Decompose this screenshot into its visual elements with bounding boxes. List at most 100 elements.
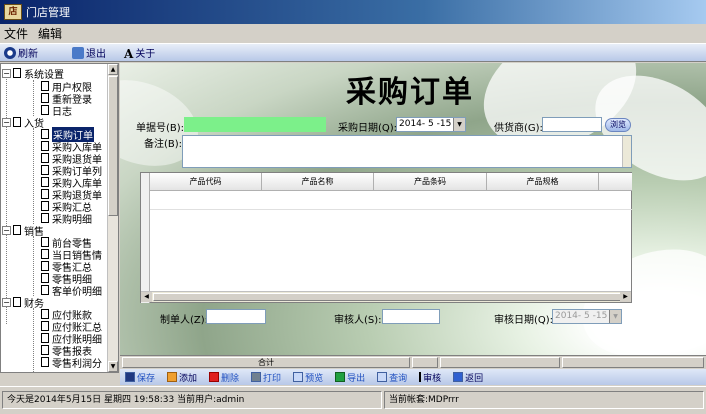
scrollbar-thumb[interactable] <box>108 76 118 216</box>
remarks-textarea[interactable] <box>182 135 632 168</box>
dropdown-arrow-icon[interactable]: ▼ <box>609 310 621 323</box>
document-icon <box>41 321 49 331</box>
order-no-label: 单据号(B): <box>136 123 185 134</box>
table-row[interactable] <box>150 192 632 210</box>
purchase-date-label: 采购日期(Q): <box>338 123 398 134</box>
query-button[interactable]: 查询 <box>377 371 407 384</box>
remarks-scrollbar[interactable] <box>622 136 631 167</box>
menu-edit[interactable]: 编辑 <box>34 25 68 42</box>
tree-connector <box>33 308 34 372</box>
folder-icon <box>13 297 21 307</box>
app-icon: 店 <box>4 4 22 20</box>
column-header[interactable]: 产品代码 <box>150 173 262 191</box>
order-no-input[interactable] <box>184 117 326 132</box>
delete-button[interactable]: 删除 <box>209 371 239 384</box>
status-account: 当前帐套:MDPrrr <box>384 391 704 409</box>
summary-cell <box>412 357 438 368</box>
review-date-picker[interactable]: 2014- 5 -15 ▼ <box>552 309 622 324</box>
exit-icon <box>72 46 84 59</box>
tree-scrollbar[interactable]: ▲ ▼ <box>107 64 118 372</box>
tree-item[interactable]: 日志 <box>41 104 72 118</box>
scroll-left-icon[interactable]: ◀ <box>141 292 152 302</box>
grid-horizontal-scrollbar[interactable]: ◀ ▶ <box>141 291 631 302</box>
back-label: 返回 <box>465 373 484 384</box>
tree-group-sales[interactable]: − 销售 <box>2 224 44 238</box>
tree-group-purchasing[interactable]: − 入货 <box>2 116 44 130</box>
query-label: 查询 <box>389 373 408 384</box>
menu-file[interactable]: 文件 <box>0 25 34 42</box>
tree-item-label: 采购明细 <box>52 214 92 226</box>
supplier-label: 供货商(G): <box>494 123 543 134</box>
navigation-tree[interactable]: − 系统设置 用户权限 重新登录 日志 − 入货 采购订单 采购入库单 采购退货… <box>0 63 119 373</box>
tree-item[interactable]: 采购明细 <box>41 212 92 226</box>
print-label: 打印 <box>263 373 282 384</box>
tree-group-system-settings[interactable]: − 系统设置 <box>2 67 64 81</box>
summary-cell <box>562 357 704 368</box>
tree-expander[interactable]: − <box>2 117 11 127</box>
document-icon <box>41 165 49 175</box>
purchase-date-picker[interactable]: 2014- 5 -15 ▼ <box>396 117 466 132</box>
export-button[interactable]: 导出 <box>335 371 365 384</box>
scroll-right-icon[interactable]: ▶ <box>620 292 631 302</box>
document-icon <box>41 273 49 283</box>
add-label: 添加 <box>179 373 198 384</box>
about-icon: A <box>124 46 134 61</box>
main-toolbar: 刷新 退出 A 关于 <box>0 44 706 62</box>
remarks-value <box>183 139 185 149</box>
column-header[interactable]: 产品规格 <box>487 173 599 191</box>
document-icon <box>41 357 49 367</box>
review-date-value: 2014- 5 -15 <box>555 311 608 321</box>
tree-item-label: 零售利润分 <box>52 358 102 370</box>
save-label: 保存 <box>137 373 156 384</box>
preview-button[interactable]: 预览 <box>293 371 323 384</box>
column-header[interactable]: 产品条码 <box>374 173 487 191</box>
print-button[interactable]: 打印 <box>251 371 281 384</box>
query-icon <box>377 372 388 382</box>
save-button[interactable]: 保存 <box>125 371 155 384</box>
purchase-date-value: 2014- 5 -15 <box>399 119 452 129</box>
document-icon <box>41 93 49 103</box>
back-button[interactable]: 返回 <box>453 371 483 384</box>
document-icon <box>41 309 49 319</box>
tree-expander[interactable]: − <box>2 297 11 307</box>
document-icon <box>41 249 49 259</box>
row-selector-column <box>141 173 150 303</box>
scroll-up-icon[interactable]: ▲ <box>108 64 118 75</box>
add-button[interactable]: 添加 <box>167 371 197 384</box>
product-grid[interactable]: 产品代码 产品名称 产品条码 产品规格 ◀ ▶ <box>140 172 632 303</box>
browse-button[interactable]: 浏览 <box>605 118 631 132</box>
tree-group-finance[interactable]: − 财务 <box>2 296 44 310</box>
tree-item[interactable]: 零售利润分 <box>41 356 102 370</box>
purchase-order-form: 采购订单 单据号(B): 采购日期(Q): 2014- 5 -15 ▼ 供货商(… <box>120 63 706 369</box>
column-header[interactable]: 产品名称 <box>262 173 374 191</box>
back-icon <box>453 372 464 382</box>
refresh-label: 刷新 <box>18 49 38 60</box>
folder-icon <box>13 117 21 127</box>
tree-connector <box>6 76 7 324</box>
review-button[interactable]: 审核 <box>419 371 441 384</box>
reviewer-input[interactable] <box>382 309 440 324</box>
tree-expander[interactable]: − <box>2 225 11 235</box>
tree-connector <box>33 80 34 116</box>
document-icon <box>41 105 49 115</box>
maker-input[interactable] <box>206 309 266 324</box>
tree-item-label: 日志 <box>52 106 72 118</box>
export-label: 导出 <box>347 373 366 384</box>
folder-icon <box>13 68 21 78</box>
summary-total: 合计 <box>122 357 410 368</box>
tree-expander[interactable]: − <box>2 68 11 78</box>
review-icon <box>419 372 422 382</box>
window-title: 门店管理 <box>26 6 70 19</box>
refresh-button[interactable]: 刷新 <box>4 45 38 60</box>
about-button[interactable]: A 关于 <box>124 45 155 61</box>
preview-label: 预览 <box>305 373 324 384</box>
supplier-input[interactable] <box>542 117 602 132</box>
exit-label: 退出 <box>86 49 106 60</box>
tree-item[interactable]: 客单价明细 <box>41 284 102 298</box>
preview-icon <box>293 372 304 382</box>
exit-button[interactable]: 退出 <box>72 45 106 60</box>
scroll-down-icon[interactable]: ▼ <box>108 361 118 372</box>
dropdown-arrow-icon[interactable]: ▼ <box>453 118 465 131</box>
document-icon <box>41 177 49 187</box>
scrollbar-thumb[interactable] <box>153 293 621 301</box>
